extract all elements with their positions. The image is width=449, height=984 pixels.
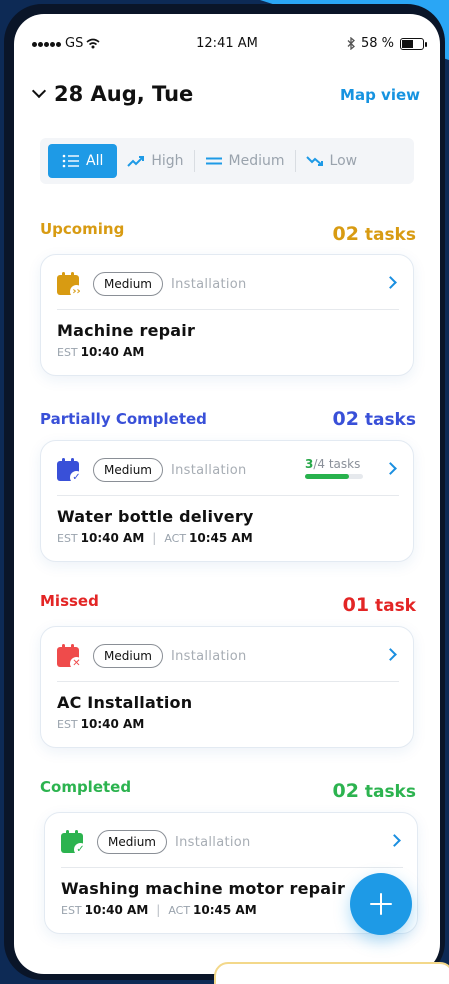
est-label: EST (61, 903, 82, 917)
est-time: 10:40 AM (80, 531, 145, 545)
add-task-button[interactable] (350, 873, 412, 935)
task-time: EST 10:40 AM (57, 717, 144, 731)
filter-label: Low (329, 153, 358, 169)
count-unit: tasks (364, 410, 416, 430)
chevron-right-icon[interactable] (384, 276, 397, 289)
trend-down-icon (305, 156, 323, 166)
section-count-partially-completed: 02 tasks (332, 408, 416, 430)
progress-bar (305, 474, 363, 479)
task-time: EST 10:40 AM | ACT 10:45 AM (61, 903, 257, 917)
act-label: ACT (168, 903, 191, 917)
chevron-down-icon (31, 83, 47, 99)
section-title-partially-completed: Partially Completed (40, 410, 207, 428)
count-unit: tasks (364, 225, 416, 245)
filter-label: High (151, 153, 184, 169)
est-time: 10:40 AM (80, 345, 145, 359)
priority-filter-bar: All High Medium Low (40, 138, 414, 184)
est-label: EST (57, 717, 78, 731)
bottom-sheet-edge (214, 962, 449, 984)
section-count-upcoming: 02 tasks (332, 223, 416, 245)
task-card-water-bottle-delivery[interactable]: ✓ Medium Installation 3/4 tasks Water bo… (40, 440, 414, 562)
task-title: Machine repair (57, 321, 196, 340)
battery-icon (400, 37, 427, 50)
date-header: 28 Aug, Tue Map view (31, 82, 420, 112)
progress-total: /4 tasks (313, 457, 361, 471)
section-count-completed: 02 tasks (332, 780, 416, 802)
selected-date: 28 Aug, Tue (54, 82, 194, 106)
calendar-missed-icon: ✕ (57, 644, 83, 670)
filter-medium[interactable]: Medium (195, 144, 295, 178)
task-category: Installation (170, 462, 247, 478)
time-separator: | (156, 903, 161, 917)
count-unit: tasks (364, 782, 416, 802)
equals-icon (205, 157, 222, 165)
task-title: AC Installation (57, 693, 193, 712)
task-time: EST 10:40 AM | ACT 10:45 AM (57, 531, 253, 545)
calendar-upcoming-icon: ›› (57, 272, 83, 298)
act-label: ACT (164, 531, 187, 545)
filter-label: Medium (228, 153, 285, 169)
task-category: Installation (170, 648, 247, 664)
filter-all[interactable]: All (48, 144, 118, 178)
act-time: 10:45 AM (193, 903, 257, 917)
count-number: 02 (332, 780, 359, 802)
card-divider (57, 309, 399, 310)
card-divider (57, 495, 399, 496)
task-card-ac-installation[interactable]: ✕ Medium Installation AC Installation ES… (40, 626, 414, 748)
priority-badge: Medium (93, 272, 163, 296)
map-view-link[interactable]: Map view (340, 86, 420, 104)
priority-badge: Medium (93, 458, 163, 482)
section-count-missed: 01 task (343, 594, 416, 616)
battery-percent: 58 % (360, 36, 394, 51)
task-category: Installation (170, 276, 247, 292)
chevron-right-icon[interactable] (384, 462, 397, 475)
bluetooth-icon (347, 37, 355, 50)
task-category: Installation (174, 834, 251, 850)
count-unit: task (374, 596, 416, 616)
est-label: EST (57, 345, 78, 359)
filter-label: All (86, 153, 104, 169)
time-separator: | (152, 531, 157, 545)
card-divider (61, 867, 403, 868)
count-number: 02 (332, 223, 359, 245)
phone-frame: GS 12:41 AM 58 % 28 Aug, Tue Map view Al… (4, 4, 445, 980)
filter-low[interactable]: Low (296, 144, 368, 178)
chevron-right-icon[interactable] (388, 834, 401, 847)
est-label: EST (57, 531, 78, 545)
task-title: Washing machine motor repair (61, 879, 346, 898)
filter-high[interactable]: High (117, 144, 193, 178)
card-divider (57, 681, 399, 682)
chevron-right-icon[interactable] (384, 648, 397, 661)
section-title-upcoming: Upcoming (40, 220, 125, 238)
count-number: 02 (332, 408, 359, 430)
app-screen: GS 12:41 AM 58 % 28 Aug, Tue Map view Al… (14, 14, 440, 974)
priority-badge: Medium (97, 830, 167, 854)
task-time: EST 10:40 AM (57, 345, 144, 359)
priority-badge: Medium (93, 644, 163, 668)
section-title-completed: Completed (40, 778, 132, 796)
calendar-completed-icon: ✓ (61, 830, 87, 856)
count-number: 01 (342, 594, 370, 616)
task-title: Water bottle delivery (57, 507, 254, 526)
trend-up-icon (127, 156, 145, 167)
section-title-missed: Missed (40, 592, 99, 610)
list-icon (62, 154, 79, 168)
act-time: 10:45 AM (189, 531, 253, 545)
calendar-partial-icon: ✓ (57, 458, 83, 484)
est-time: 10:40 AM (84, 903, 149, 917)
task-card-machine-repair[interactable]: ›› Medium Installation Machine repair ES… (40, 254, 414, 376)
status-bar: GS 12:41 AM 58 % (14, 36, 440, 58)
subtask-progress: 3/4 tasks (305, 457, 363, 479)
est-time: 10:40 AM (80, 717, 145, 731)
